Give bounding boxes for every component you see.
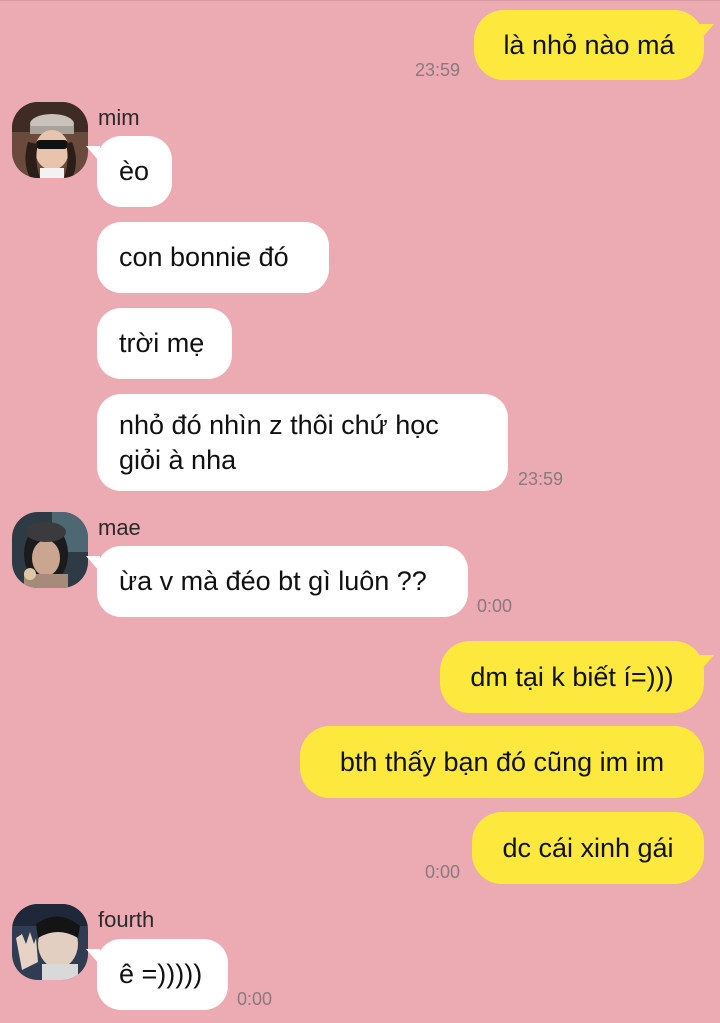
avatar-mim[interactable] bbox=[12, 102, 88, 178]
sender-name: mae bbox=[98, 515, 141, 540]
avatar-fourth[interactable] bbox=[12, 904, 88, 980]
message-text: con bonnie đó bbox=[119, 242, 289, 272]
sender-name: fourth bbox=[98, 907, 155, 932]
message-text: ê =))))) bbox=[119, 959, 203, 989]
message-timestamp: 23:59 bbox=[518, 469, 564, 489]
avatar-mae[interactable] bbox=[12, 512, 88, 588]
message-text: dm tại k biết í=))) bbox=[470, 661, 674, 692]
bubble-tail bbox=[86, 146, 100, 162]
mim-photo-icon bbox=[12, 102, 88, 178]
message-text: nhỏ đó nhìn z thôi chứ học giỏi à nha bbox=[119, 409, 439, 475]
incoming-message-bubble[interactable]: ừa v mà đéo bt gì luôn ?? bbox=[97, 546, 468, 617]
message-timestamp: 23:59 bbox=[415, 60, 461, 80]
incoming-message-bubble[interactable]: ê =))))) bbox=[97, 939, 228, 1010]
fourth-photo-icon bbox=[12, 904, 88, 980]
bubble-tail bbox=[700, 655, 714, 671]
message-text: trời mẹ bbox=[119, 328, 205, 358]
message-text: èo bbox=[119, 156, 150, 186]
incoming-message-bubble[interactable]: trời mẹ bbox=[97, 308, 232, 379]
message-text: dc cái xinh gái bbox=[502, 832, 674, 863]
bubble-tail bbox=[700, 24, 714, 40]
bubble-tail bbox=[86, 556, 100, 572]
bubble-tail bbox=[86, 949, 100, 965]
incoming-message-bubble[interactable]: con bonnie đó bbox=[97, 222, 329, 293]
incoming-message-bubble[interactable]: èo bbox=[97, 136, 172, 207]
message-text: ừa v mà đéo bt gì luôn ?? bbox=[119, 566, 427, 596]
mae-photo-icon bbox=[12, 512, 88, 588]
sender-name: mim bbox=[98, 105, 140, 130]
message-timestamp: 0:00 bbox=[237, 989, 273, 1009]
message-text: bth thấy bạn đó cũng im im bbox=[339, 746, 665, 777]
outgoing-message-bubble[interactable]: là nhỏ nào má bbox=[474, 10, 704, 80]
message-timestamp: 0:00 bbox=[425, 862, 461, 882]
message-text: là nhỏ nào má bbox=[503, 29, 675, 60]
outgoing-message-bubble[interactable]: bth thấy bạn đó cũng im im bbox=[300, 726, 704, 798]
outgoing-message-bubble[interactable]: dm tại k biết í=))) bbox=[440, 641, 704, 713]
message-timestamp: 0:00 bbox=[477, 596, 513, 616]
outgoing-message-bubble[interactable]: dc cái xinh gái bbox=[472, 812, 704, 884]
top-divider bbox=[0, 0, 720, 1]
incoming-message-bubble[interactable]: nhỏ đó nhìn z thôi chứ học giỏi à nha bbox=[97, 394, 508, 491]
